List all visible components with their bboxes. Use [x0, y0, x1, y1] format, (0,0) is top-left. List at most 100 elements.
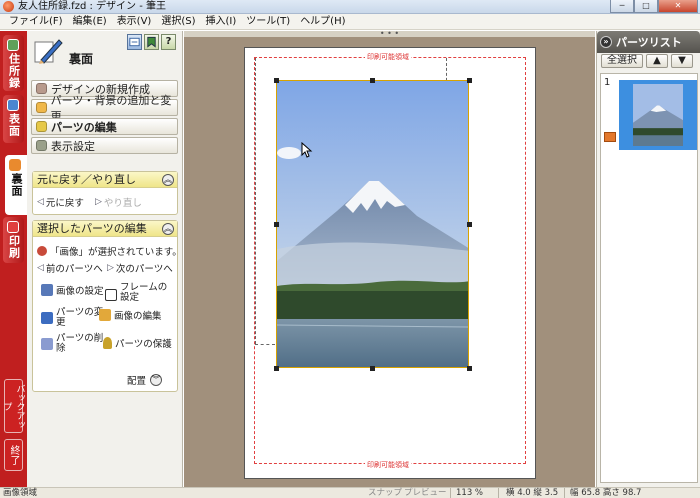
menu-file[interactable]: ファイル(F)	[4, 14, 68, 30]
undo-icon: ◁	[37, 197, 44, 207]
resize-handle-nw[interactable]	[274, 78, 279, 83]
panel-header: 裏面 ?	[31, 34, 179, 70]
splitter-handle[interactable]: • • •	[184, 30, 595, 38]
resize-handle-n[interactable]	[370, 78, 375, 83]
app-icon[interactable]	[3, 1, 14, 12]
pen-icon	[34, 39, 63, 64]
tab-front[interactable]: 表面	[3, 95, 24, 143]
move-up-button[interactable]: ▲	[646, 54, 668, 68]
tab-front-label: 表面	[7, 113, 21, 137]
delete-part-button[interactable]: パーツの削 除	[41, 334, 103, 354]
select-all-button[interactable]: 全選択	[601, 54, 643, 68]
back-icon	[9, 159, 21, 171]
status-zoom: 113 %	[456, 488, 484, 498]
menu-tools[interactable]: ツール(T)	[241, 14, 295, 30]
edit-image-button[interactable]: 画像の編集	[99, 308, 162, 322]
chevron-down-icon: ︾	[150, 374, 163, 386]
print-area-label-top: 印刷可能領域	[365, 52, 411, 62]
menu-view[interactable]: 表示(V)	[112, 14, 157, 30]
backup-button[interactable]: バックアップ	[2, 379, 25, 433]
tab-back[interactable]: 裏面	[5, 155, 27, 215]
redo-button[interactable]: ▷ やり直し	[95, 195, 142, 209]
status-preview[interactable]: プレビュー	[404, 488, 447, 498]
prev-part-button[interactable]: ◁ 前のパーツへ	[37, 261, 103, 275]
layout-button[interactable]: 配置 ︾	[127, 373, 163, 387]
double-chevron-icon[interactable]: »	[600, 36, 612, 48]
chevron-up-icon[interactable]: ︽	[162, 223, 174, 235]
part-number: 1	[604, 77, 611, 88]
minimize-button[interactable]: ─	[610, 0, 634, 13]
layout-label: 配置	[127, 376, 147, 387]
redo-label: やり直し	[103, 198, 142, 209]
display-settings-icon	[36, 140, 47, 151]
display-settings-label: 表示設定	[51, 139, 95, 153]
selection-message-text: 「画像」が選択されています。	[50, 247, 182, 258]
tab-print[interactable]: 印刷	[3, 217, 24, 263]
menu-insert[interactable]: 挿入(I)	[201, 14, 242, 30]
chevron-down-icon: ▼	[678, 55, 686, 66]
tab-print-label: 印刷	[7, 235, 21, 259]
next-icon: ▷	[107, 263, 114, 273]
edit-parts-button[interactable]: パーツの編集	[31, 118, 178, 135]
frame-settings-button[interactable]: フレームの設定	[105, 283, 176, 303]
part-edit-box: 選択したパーツの編集 ︽ 「画像」が選択されています。 ◁ 前のパーツへ ▷ 次…	[32, 220, 182, 392]
title-bar: 友人住所録.fzd : デザイン - 筆王 ─ □ ✕	[0, 0, 700, 14]
resize-handle-se[interactable]	[467, 366, 472, 371]
exit-button[interactable]: 終了	[4, 439, 23, 471]
design-canvas[interactable]: • • • 印刷可能領域 印刷可能領域	[184, 30, 595, 487]
status-position: 横 4.0 縦 3.5	[506, 488, 559, 498]
image-settings-button[interactable]: 画像の設定	[41, 283, 104, 297]
print-icon	[7, 221, 19, 233]
edit-image-label: 画像の編集	[114, 311, 162, 322]
person-icon	[37, 246, 47, 256]
undo-redo-box: 元に戻す／やり直し ︽ ◁ 元に戻す ▷ やり直し	[32, 171, 178, 215]
mode-tabs: 住所録 表面 裏面 印刷 バックアップ 終了	[0, 31, 27, 487]
resize-handle-w[interactable]	[274, 222, 279, 227]
undo-button[interactable]: ◁ 元に戻す	[37, 195, 84, 209]
guide-line	[255, 58, 256, 344]
menu-help[interactable]: ヘルプ(H)	[295, 14, 350, 30]
change-part-button[interactable]: パーツの変 更	[41, 308, 103, 328]
cursor-icon	[301, 142, 313, 158]
image-part[interactable]	[276, 80, 469, 368]
menu-select[interactable]: 選択(S)	[156, 14, 200, 30]
status-snap[interactable]: スナップ	[368, 488, 402, 498]
move-down-button[interactable]: ▼	[671, 54, 693, 68]
add-parts-icon	[36, 102, 47, 113]
postcard-paper[interactable]: 印刷可能領域 印刷可能領域	[244, 47, 536, 479]
part-thumbnail[interactable]	[619, 80, 697, 150]
part-edit-title: 選択したパーツの編集	[37, 222, 147, 235]
menu-edit[interactable]: 編集(E)	[68, 14, 112, 30]
tab-address-book[interactable]: 住所録	[3, 35, 24, 91]
menu-bar: ファイル(F) 編集(E) 表示(V) 選択(S) 挿入(I) ツール(T) ヘ…	[0, 14, 700, 30]
resize-handle-ne[interactable]	[467, 78, 472, 83]
parts-list-panel: » パーツリスト 全選択 ▲ ▼ 1	[596, 31, 700, 487]
sync-icon[interactable]	[127, 34, 142, 50]
operation-panel: 裏面 ? デザインの新規作成 パーツ・背景の追加と変更 パーツの編集 表示設定 …	[27, 31, 183, 487]
next-part-button[interactable]: ▷ 次のパーツへ	[107, 261, 173, 275]
resize-handle-e[interactable]	[467, 222, 472, 227]
display-settings-button[interactable]: 表示設定	[31, 137, 178, 154]
close-button[interactable]: ✕	[658, 0, 698, 13]
edit-parts-icon	[36, 121, 47, 132]
resize-handle-sw[interactable]	[274, 366, 279, 371]
undo-redo-title: 元に戻す／やり直し	[37, 173, 136, 186]
part-edit-header: 選択したパーツの編集 ︽	[33, 221, 177, 237]
parts-list-toolbar: 全選択 ▲ ▼	[597, 53, 700, 69]
resize-handle-s[interactable]	[370, 366, 375, 371]
edit-image-icon	[99, 309, 111, 321]
chevron-up-icon: ▲	[653, 55, 661, 66]
frame-icon	[105, 289, 117, 301]
help-icon[interactable]: ?	[161, 34, 176, 50]
maximize-button[interactable]: □	[634, 0, 658, 13]
address-book-icon	[7, 39, 19, 51]
prev-icon: ◁	[37, 263, 44, 273]
chevron-up-icon[interactable]: ︽	[162, 174, 174, 186]
add-parts-button[interactable]: パーツ・背景の追加と変更	[31, 94, 178, 123]
window-title: 友人住所録.fzd : デザイン - 筆王	[18, 1, 166, 12]
undo-redo-header: 元に戻す／やり直し ︽	[33, 172, 177, 188]
protect-part-button[interactable]: パーツの保護	[103, 336, 172, 350]
panel-title: 裏面	[69, 52, 94, 66]
parts-list[interactable]: 1	[600, 73, 698, 483]
bookmark-icon[interactable]	[144, 34, 159, 50]
